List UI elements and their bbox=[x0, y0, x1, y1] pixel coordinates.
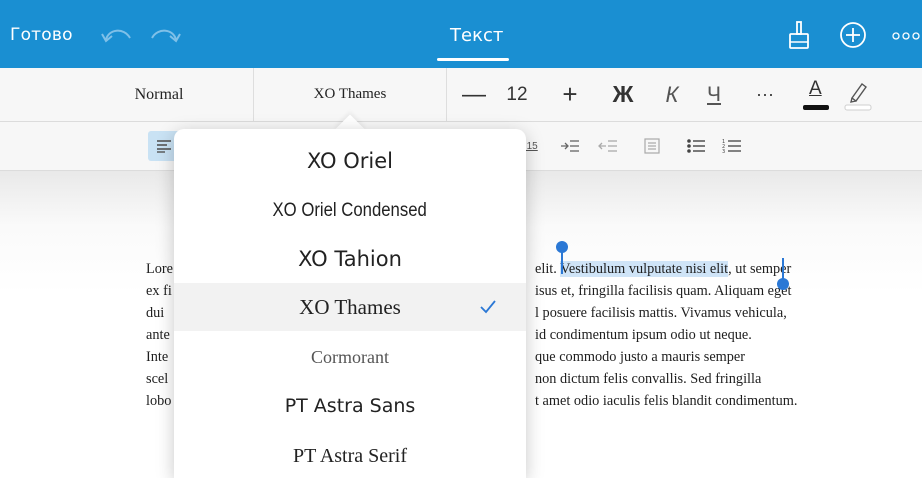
selected-text[interactable]: Vestibulum vulputate nisi elit bbox=[560, 261, 729, 277]
font-option[interactable]: Cormorant bbox=[174, 333, 526, 381]
font-option-label: XO Tahion bbox=[298, 247, 402, 271]
italic-button[interactable]: К bbox=[654, 68, 690, 121]
tab-underline bbox=[437, 58, 509, 61]
plus-circle-icon[interactable] bbox=[839, 21, 867, 49]
more-formatting-button[interactable]: ··· bbox=[747, 68, 783, 121]
font-option[interactable]: XO Oriel Condensed bbox=[174, 187, 526, 235]
paragraph-style-select[interactable]: Normal bbox=[66, 68, 252, 121]
align-left-icon bbox=[157, 140, 171, 153]
top-app-bar: Готово Текст bbox=[0, 0, 922, 68]
font-family-menu: XO Oriel XO Oriel Condensed XO Tahion XO Th… bbox=[174, 129, 526, 478]
line-text: isus et, fringilla facilisis quam. Aliqu… bbox=[535, 283, 792, 299]
decrease-font-size-button[interactable]: — bbox=[456, 68, 492, 121]
font-option[interactable]: XO Tahion bbox=[174, 235, 526, 283]
indent-increase-icon bbox=[561, 140, 579, 152]
undo-icon[interactable] bbox=[100, 24, 134, 44]
font-option[interactable]: XO Oriel bbox=[174, 137, 526, 185]
font-option-label: PT Astra Serif bbox=[292, 444, 408, 467]
borders-button[interactable] bbox=[636, 131, 668, 161]
underline-button[interactable]: Ч bbox=[696, 68, 732, 121]
bulleted-list-button[interactable] bbox=[680, 131, 712, 161]
selection-end-knob[interactable] bbox=[777, 278, 789, 290]
highlight-button[interactable] bbox=[838, 68, 878, 121]
text-color-swatch bbox=[803, 104, 829, 110]
indent-increase-button[interactable] bbox=[554, 131, 586, 161]
font-option-label: XO Thames bbox=[299, 294, 401, 319]
font-option-label: Cormorant bbox=[311, 346, 389, 367]
numbered-list-button[interactable]: 1 2 3 bbox=[716, 131, 748, 161]
increase-font-size-button[interactable]: + bbox=[552, 68, 588, 121]
line-text: t amet odio iaculis felis blandit condim… bbox=[535, 393, 798, 409]
line-text: id condimentum ipsum odio ut neque. bbox=[535, 327, 752, 343]
format-toolbar: Normal XO Thames — 12 + Ж К Ч ··· A bbox=[0, 68, 922, 122]
text-color-label: A bbox=[809, 77, 822, 99]
page-title[interactable]: Текст bbox=[450, 25, 503, 46]
font-size-value[interactable]: 12 bbox=[500, 68, 534, 121]
bold-button[interactable]: Ж bbox=[605, 68, 641, 121]
line-text: non dictum felis convallis. Sed fringill… bbox=[535, 371, 762, 387]
selection-start-knob[interactable] bbox=[556, 241, 568, 253]
more-icon[interactable] bbox=[892, 31, 922, 41]
checkmark-icon bbox=[480, 300, 496, 314]
indent-decrease-icon bbox=[598, 140, 617, 152]
font-option-label: XO Oriel bbox=[307, 149, 393, 173]
line-text: que commodo justo a mauris semper bbox=[535, 349, 746, 365]
font-option-label: PT Astra Sans bbox=[284, 395, 416, 417]
line-text: l posuere facilisis mattis. Vivamus vehi… bbox=[535, 305, 787, 321]
font-option[interactable]: PT Astra Serif bbox=[174, 432, 526, 478]
borders-icon bbox=[644, 138, 660, 154]
font-option[interactable]: PT Astra Sans bbox=[174, 382, 526, 430]
redo-icon[interactable] bbox=[148, 24, 182, 44]
line-text: elit. bbox=[535, 261, 561, 277]
text-color-button[interactable]: A bbox=[796, 68, 836, 121]
font-option-label: XO Oriel Condensed bbox=[272, 200, 428, 221]
font-option[interactable]: XO Thames bbox=[174, 283, 526, 331]
brush-icon[interactable] bbox=[786, 20, 812, 50]
font-family-select[interactable]: XO Thames bbox=[253, 68, 447, 121]
numbered-list-icon: 1 2 3 bbox=[722, 139, 741, 154]
bulleted-list-icon bbox=[687, 139, 705, 153]
svg-text:3: 3 bbox=[722, 149, 725, 154]
done-button[interactable]: Готово bbox=[10, 25, 73, 45]
highlighter-icon bbox=[844, 82, 872, 110]
indent-decrease-button[interactable] bbox=[592, 131, 624, 161]
